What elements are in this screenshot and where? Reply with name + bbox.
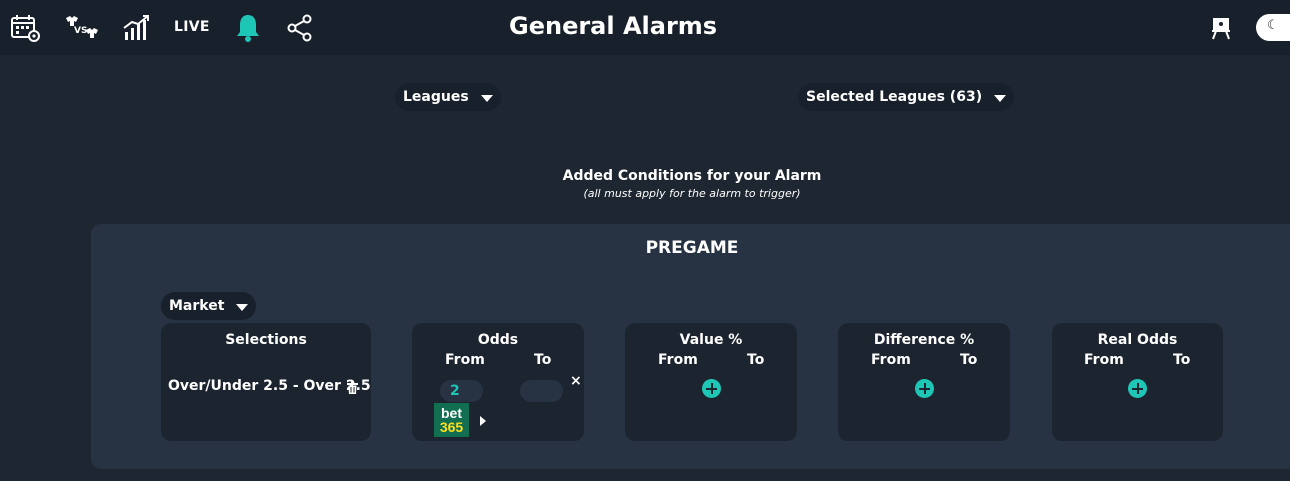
- selections-title: Selections: [225, 332, 307, 348]
- selection-value: Over/Under 2.5 - Over 2.5: [168, 378, 371, 394]
- chevron-down-icon: [236, 304, 249, 311]
- bell-icon[interactable]: [235, 13, 261, 43]
- odds-to-label: To: [534, 352, 552, 368]
- selections-card: Selections Over/Under 2.5 - Over 2.5: [161, 323, 371, 441]
- bet365-logo-top: bet: [441, 405, 462, 421]
- difference-pct-card: Difference % From To: [838, 323, 1010, 441]
- real-odds-card: Real Odds From To: [1052, 323, 1223, 441]
- add-difference-pct-button[interactable]: [915, 379, 934, 398]
- value-pct-title: Value %: [679, 332, 743, 348]
- top-bar: VS LIVE General Alarms ☾: [0, 0, 1290, 55]
- leagues-dropdown-label: Leagues: [403, 89, 469, 105]
- real-odds-title: Real Odds: [1097, 332, 1178, 348]
- bet365-logo-bottom: 365: [439, 419, 464, 435]
- market-dropdown[interactable]: Market: [161, 292, 257, 320]
- odds-to-input[interactable]: [520, 380, 563, 402]
- versus-icon[interactable]: VS: [62, 13, 100, 43]
- difference-pct-title: Difference %: [873, 332, 975, 348]
- pregame-title: PREGAME: [645, 238, 739, 258]
- trash-icon[interactable]: [347, 379, 358, 398]
- easel-icon[interactable]: [1210, 13, 1232, 43]
- odds-from-input[interactable]: [440, 380, 483, 402]
- market-dropdown-label: Market: [169, 298, 225, 314]
- add-real-odds-button[interactable]: [1128, 379, 1147, 398]
- remove-odds-button[interactable]: ×: [570, 373, 582, 389]
- play-arrow-icon[interactable]: [480, 416, 486, 426]
- share-icon[interactable]: [287, 13, 313, 43]
- odds-title: Odds: [477, 332, 519, 348]
- leagues-dropdown[interactable]: Leagues: [395, 83, 501, 111]
- add-value-pct-button[interactable]: [702, 379, 721, 398]
- svg-text:VS: VS: [74, 26, 87, 36]
- selected-leagues-dropdown[interactable]: Selected Leagues (63): [798, 83, 1015, 111]
- moon-icon: ☾: [1267, 18, 1279, 33]
- value-pct-card: Value % From To: [625, 323, 797, 441]
- difference-pct-to-label: To: [960, 352, 978, 368]
- real-odds-to-label: To: [1173, 352, 1191, 368]
- calendar-gear-icon[interactable]: [10, 13, 40, 43]
- conditions-subtitle: (all must apply for the alarm to trigger…: [583, 187, 801, 200]
- real-odds-from-label: From: [1084, 352, 1124, 368]
- selected-leagues-label: Selected Leagues (63): [806, 89, 983, 105]
- stats-chart-icon[interactable]: [122, 13, 152, 43]
- chevron-down-icon: [480, 95, 493, 102]
- odds-card: Odds From To × bet 365: [412, 323, 584, 441]
- live-link[interactable]: LIVE: [174, 19, 210, 35]
- value-pct-from-label: From: [658, 352, 698, 368]
- value-pct-to-label: To: [747, 352, 765, 368]
- theme-toggle[interactable]: ☾: [1256, 14, 1290, 41]
- conditions-title: Added Conditions for your Alarm: [562, 168, 822, 184]
- odds-from-label: From: [445, 352, 485, 368]
- difference-pct-from-label: From: [871, 352, 911, 368]
- bet365-logo[interactable]: bet 365: [434, 403, 469, 437]
- page-title: General Alarms: [509, 12, 718, 40]
- chevron-down-icon: [994, 95, 1007, 102]
